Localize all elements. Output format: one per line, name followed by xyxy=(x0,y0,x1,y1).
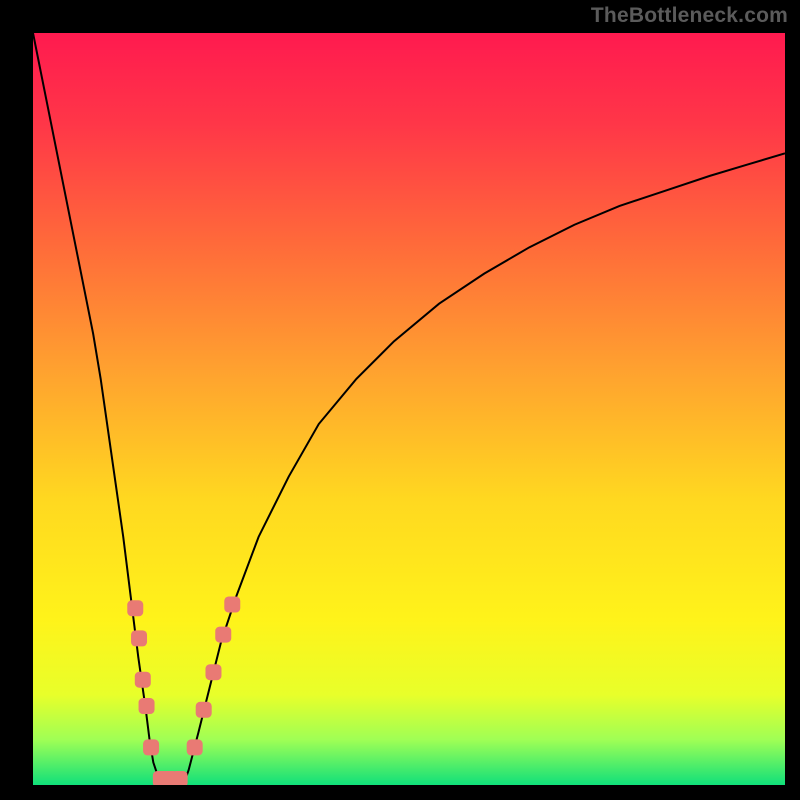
curve-marker xyxy=(127,600,143,616)
watermark-text: TheBottleneck.com xyxy=(591,4,788,28)
plot-area xyxy=(33,33,785,785)
curve-marker xyxy=(131,630,147,646)
curve-marker xyxy=(215,627,231,643)
curve-marker xyxy=(205,664,221,680)
curve-marker xyxy=(224,597,240,613)
curve-marker xyxy=(172,771,188,785)
curve-marker xyxy=(196,702,212,718)
curve-marker xyxy=(135,672,151,688)
curve-marker xyxy=(143,739,159,755)
bottleneck-chart xyxy=(33,33,785,785)
curve-marker xyxy=(139,698,155,714)
outer-frame: TheBottleneck.com xyxy=(0,0,800,800)
curve-marker xyxy=(187,739,203,755)
